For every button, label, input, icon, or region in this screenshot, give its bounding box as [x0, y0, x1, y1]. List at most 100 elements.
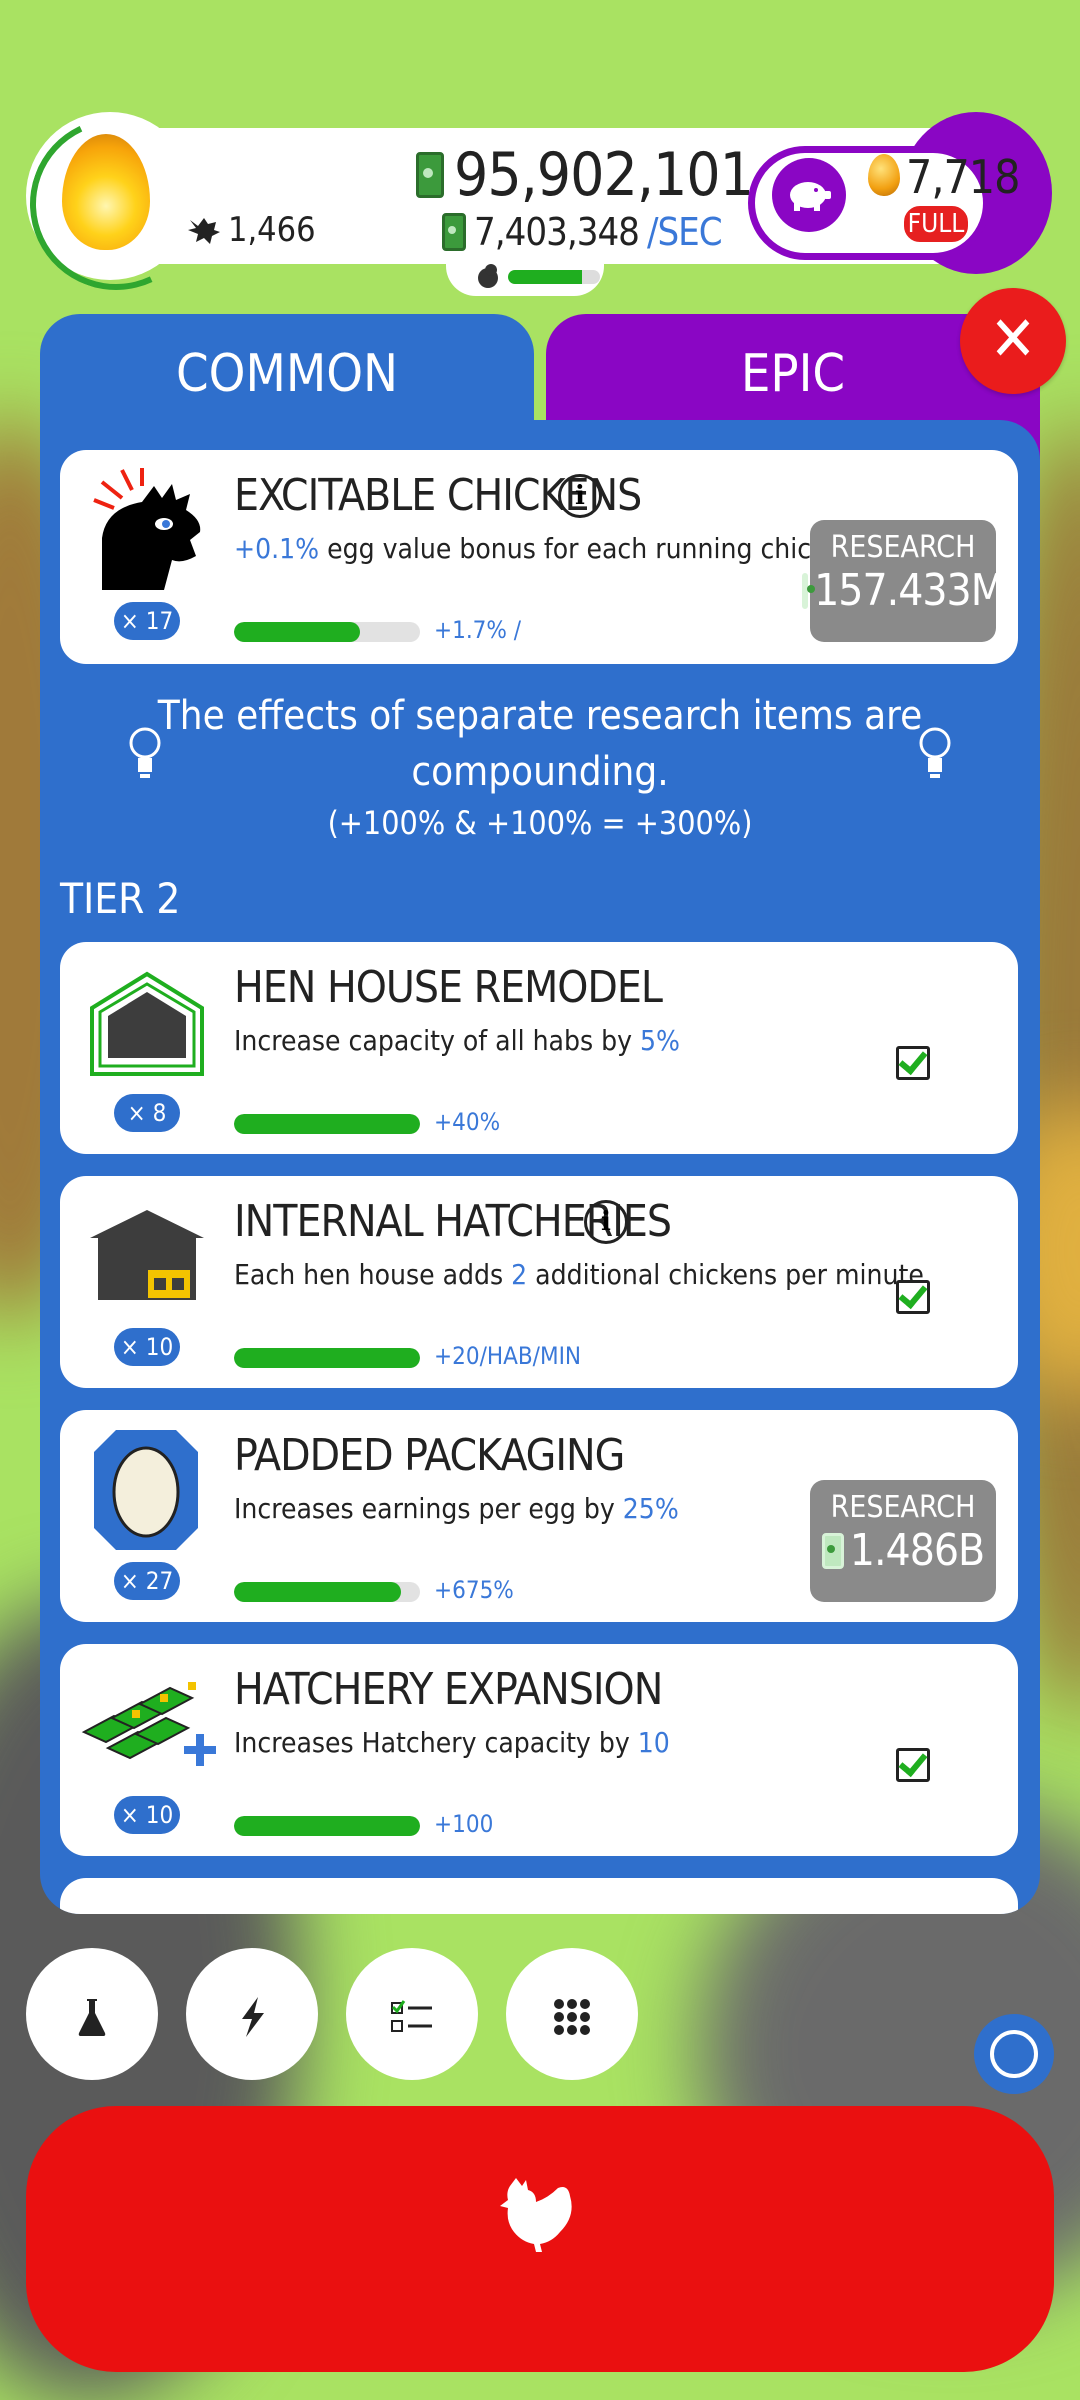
- completed-check-icon: [896, 1280, 930, 1314]
- research-tip: The effects of separate research items a…: [40, 688, 1040, 842]
- money-rate: 7,403,348/SEC: [442, 210, 723, 254]
- research-bonus: +40%: [434, 1108, 501, 1136]
- tip-line-1: The effects of separate research items a…: [157, 693, 923, 739]
- hatchery-house-icon: [90, 1210, 204, 1300]
- camera-toggle-button[interactable]: [974, 2014, 1054, 2094]
- missions-button[interactable]: [346, 1948, 478, 2080]
- hen-icon: [500, 2178, 572, 2252]
- completed-check-icon: [896, 1046, 930, 1080]
- research-card-next: [60, 1878, 1018, 1914]
- research-card-padded-packaging: × 27 PADDED PACKAGING Increases earnings…: [60, 1410, 1018, 1622]
- research-bonus: +100: [434, 1810, 494, 1838]
- hatch-chicken-button[interactable]: [26, 2106, 1054, 2372]
- research-card-hatchery-expansion: × 10 HATCHERY EXPANSION Increases Hatche…: [60, 1644, 1018, 1856]
- cash-icon: [442, 213, 466, 251]
- research-progress-fill: [234, 1114, 420, 1134]
- checklist-icon: [391, 2000, 432, 2032]
- research-description-text: additional chickens per minute: [527, 1258, 924, 1291]
- research-description: Increases earnings per egg by 25%: [234, 1492, 679, 1525]
- research-description-text: egg value bonus for each running chicken: [319, 532, 857, 565]
- research-level-badge: × 10: [114, 1796, 180, 1834]
- research-level-badge: × 10: [114, 1328, 180, 1366]
- research-description: Each hen house adds 2 additional chicken…: [234, 1258, 924, 1291]
- research-description-text: Increase capacity of all habs by: [234, 1024, 640, 1057]
- hab-capacity-progress-fill: [508, 270, 582, 284]
- research-progress-bar: [234, 622, 420, 642]
- research-progress-fill: [234, 622, 361, 642]
- research-button-label: RESEARCH: [830, 530, 976, 565]
- research-bonus: +20/HAB/MIN: [434, 1342, 582, 1370]
- research-title: PADDED PACKAGING: [234, 1430, 625, 1481]
- research-progress-bar: [234, 1348, 420, 1368]
- research-description-highlight: 10: [637, 1726, 670, 1759]
- tier-label: TIER 2: [60, 874, 181, 923]
- flask-icon: [78, 1999, 106, 2036]
- research-bonus: +1.7% /: [434, 616, 522, 644]
- research-progress-bar: [234, 1816, 420, 1836]
- research-card-excitable-chickens: × 17 EXCITABLE CHICKENS i +0.1% egg valu…: [60, 450, 1018, 664]
- padded-egg-icon: [94, 1430, 198, 1550]
- research-description-highlight: 25%: [622, 1492, 679, 1525]
- menu-button[interactable]: [506, 1948, 638, 2080]
- research-description-highlight: +0.1%: [234, 532, 320, 565]
- research-cost: 1.486B: [810, 1525, 996, 1576]
- research-button[interactable]: RESEARCH 1.486B: [810, 1480, 996, 1602]
- research-title: HEN HOUSE REMODEL: [234, 962, 663, 1013]
- research-description-highlight: 2: [511, 1258, 528, 1291]
- research-bonus: +675%: [434, 1576, 514, 1604]
- research-description: +0.1% egg value bonus for each running c…: [234, 532, 856, 565]
- research-description-text: Increases Hatchery capacity by: [234, 1726, 638, 1759]
- research-description-text: Each hen house adds: [234, 1258, 512, 1291]
- research-progress-bar: [234, 1114, 420, 1134]
- research-description-text: Increases earnings per egg by: [234, 1492, 623, 1525]
- research-button-label: RESEARCH: [830, 1490, 976, 1525]
- golden-egg-count: 7,718: [906, 150, 1020, 204]
- info-icon[interactable]: i: [584, 1200, 628, 1244]
- research-card-hen-house-remodel: × 8 HEN HOUSE REMODEL Increase capacity …: [60, 942, 1018, 1154]
- research-card-internal-hatcheries: × 10 INTERNAL HATCHERIES i Each hen hous…: [60, 1176, 1018, 1388]
- research-cost-value: 1.486B: [849, 1525, 985, 1576]
- golden-egg-icon: [868, 154, 900, 196]
- money-rate-unit: /SEC: [646, 210, 723, 254]
- research-level-badge: × 17: [114, 602, 180, 640]
- cash-icon: [802, 572, 816, 609]
- boosts-button[interactable]: [186, 1948, 318, 2080]
- hen-house-icon: [90, 971, 204, 1076]
- chick-icon: [474, 262, 502, 297]
- research-description: Increases Hatchery capacity by 10: [234, 1726, 670, 1759]
- info-icon[interactable]: i: [558, 474, 602, 518]
- research-description: Increase capacity of all habs by 5%: [234, 1024, 680, 1057]
- money-total: 95,902,101: [416, 140, 754, 210]
- research-level-badge: × 8: [114, 1094, 180, 1132]
- money-rate-value: 7,403,348: [474, 210, 640, 254]
- chicken-icon: [188, 218, 220, 244]
- piggy-bank-icon[interactable]: [772, 158, 846, 232]
- hatchery-beds-icon: [81, 1682, 216, 1766]
- hab-capacity-progress: [508, 270, 600, 284]
- research-lab-button[interactable]: [26, 1948, 158, 2080]
- chicken-count-value: 1,466: [228, 210, 316, 250]
- research-title: HATCHERY EXPANSION: [234, 1664, 663, 1715]
- tip-line-3: (+100% & +100% = +300%): [327, 804, 753, 842]
- piggy-full-badge: FULL: [902, 204, 970, 244]
- research-button[interactable]: RESEARCH 157.433M: [802, 520, 1005, 642]
- excitable-chicken-icon: [93, 468, 201, 590]
- research-progress-fill: [234, 1582, 402, 1602]
- research-progress-bar: [234, 1582, 420, 1602]
- close-button[interactable]: ✕: [960, 288, 1066, 394]
- research-progress-fill: [234, 1348, 420, 1368]
- research-progress-fill: [234, 1816, 420, 1836]
- cash-icon: [821, 1532, 844, 1569]
- research-cost-value: 157.433M: [814, 565, 1005, 616]
- cash-icon: [416, 152, 444, 198]
- research-panel: × 17 EXCITABLE CHICKENS i +0.1% egg valu…: [40, 420, 1040, 1914]
- research-level-badge: × 27: [114, 1562, 180, 1600]
- research-cost: 157.433M: [802, 565, 1005, 616]
- research-description-highlight: 5%: [640, 1024, 680, 1057]
- tip-line-2: compounding.: [411, 749, 669, 795]
- tab-common[interactable]: COMMON: [40, 314, 534, 434]
- completed-check-icon: [896, 1748, 930, 1782]
- money-total-value: 95,902,101: [454, 140, 754, 210]
- grid-icon: [554, 1999, 590, 2035]
- lightning-icon: [242, 1997, 264, 2037]
